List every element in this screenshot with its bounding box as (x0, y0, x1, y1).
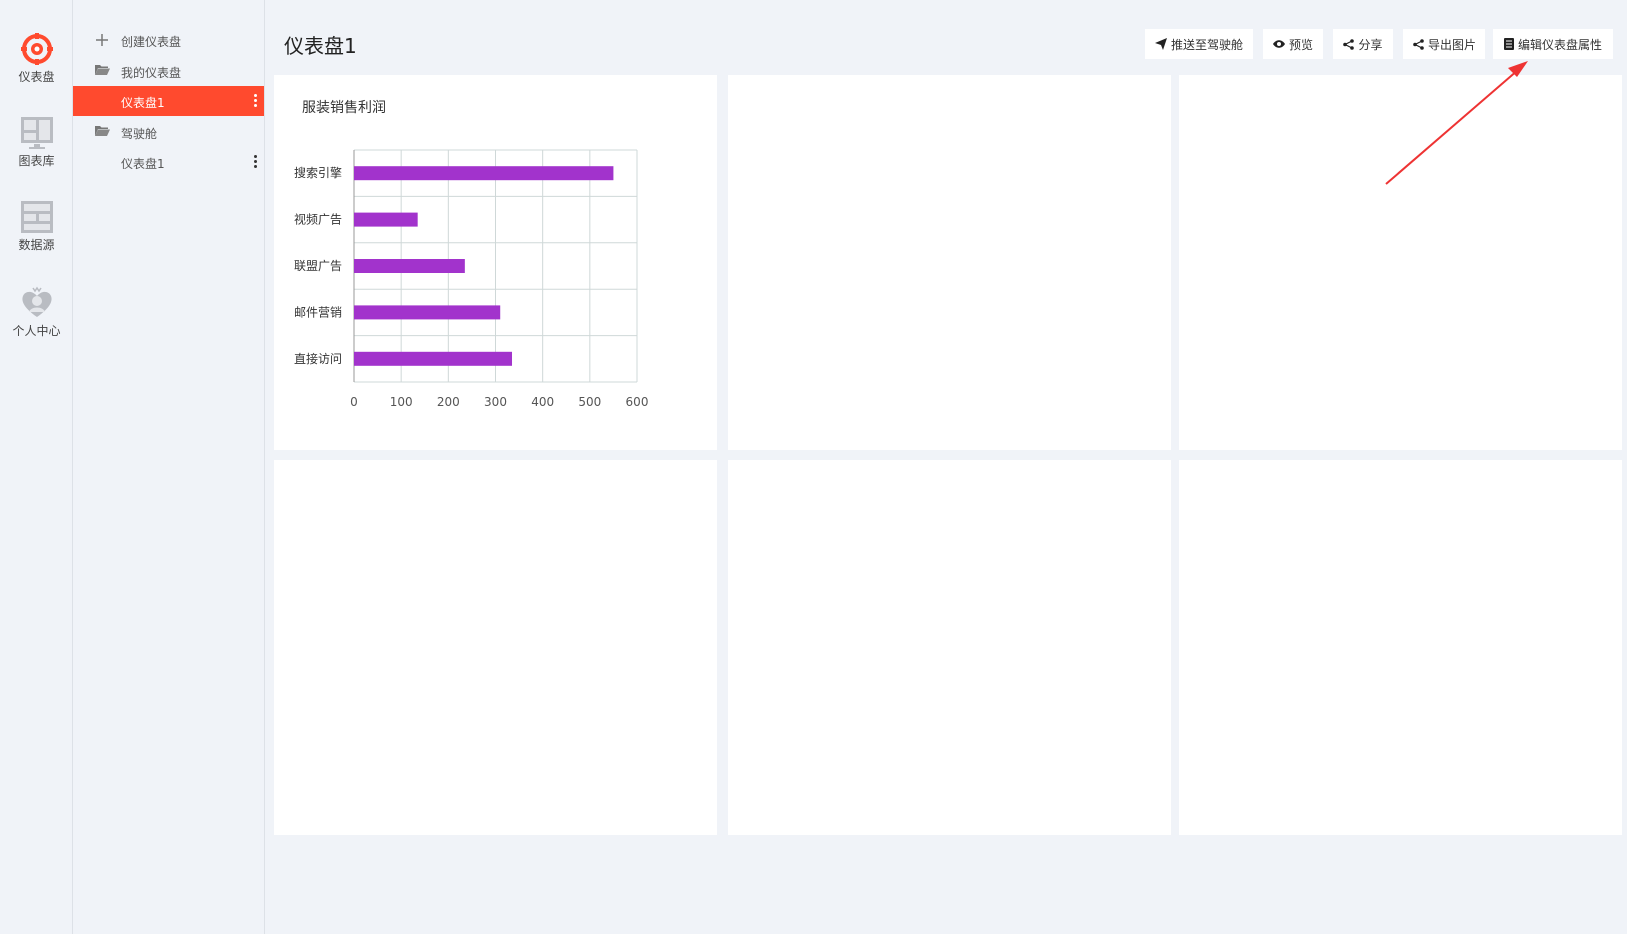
rail-item-dashboard[interactable]: 仪表盘 (0, 32, 73, 85)
dashboard-tree: 创建仪表盘 我的仪表盘 仪表盘1 驾驶舱 仪表盘1 (73, 0, 265, 934)
nav-rail: 仪表盘 图表库 数据源 个人中心 (0, 0, 73, 934)
category-label: 视频广告 (294, 212, 342, 227)
tree-item-cockpit-dashboard1-label: 仪表盘1 (121, 157, 165, 171)
tree-item-cockpit-dashboard1[interactable]: 仪表盘1 (73, 147, 264, 177)
folder-my-dashboards-label: 我的仪表盘 (121, 66, 182, 80)
eye-icon (1273, 40, 1285, 48)
x-tick-label: 100 (390, 395, 413, 409)
tree-folder-cockpit[interactable]: 驾驶舱 (73, 117, 264, 147)
bar-chart: 0 100 200 300 400 500 600 搜索引擎视频广告联盟广告邮件营销直接访问 (294, 149, 649, 409)
rail-label-dashboard: 仪表盘 (18, 70, 55, 84)
x-tick-label: 400 (531, 395, 554, 409)
rail-label-datasource: 数据源 (18, 238, 55, 252)
tree-folder-my-dashboards[interactable]: 我的仪表盘 (73, 56, 264, 86)
chart-library-icon (20, 117, 53, 149)
empty-panel-3[interactable] (1179, 75, 1622, 450)
document-icon (1503, 38, 1514, 50)
rail-item-personal-center[interactable]: 个人中心 (0, 286, 73, 339)
x-tick-label: 200 (437, 395, 460, 409)
toolbar: 推送至驾驶舱 预览 分享 导出图片 编辑仪表盘属性 (613, 29, 1613, 59)
bar (354, 305, 501, 320)
bar (354, 351, 513, 366)
rail-item-datasource[interactable]: 数据源 (0, 200, 73, 253)
plus-icon (96, 34, 108, 46)
x-tick-label: 500 (578, 395, 601, 409)
share-icon (1413, 38, 1424, 50)
bar (354, 212, 418, 227)
push-to-cockpit-button[interactable]: 推送至驾驶舱 (1145, 29, 1253, 59)
export-image-button[interactable]: 导出图片 (1403, 29, 1485, 59)
x-tick-label: 300 (484, 395, 507, 409)
empty-panel-5[interactable] (728, 460, 1171, 835)
share-icon (1343, 38, 1355, 50)
create-dashboard-button[interactable]: 创建仪表盘 (73, 25, 264, 55)
chart-panel-sales-profit[interactable]: 服装销售利润 0 100 200 300 400 500 600 搜索引擎 视频广告 联盟广告 邮件… (274, 75, 717, 450)
share-button[interactable]: 分享 (1333, 29, 1393, 59)
tree-item-dashboard1-label: 仪表盘1 (121, 96, 165, 110)
dashboard-gear-icon (20, 33, 53, 65)
x-tick-label: 600 (626, 395, 649, 409)
page-title: 仪表盘1 (284, 34, 357, 58)
category-label: 联盟广告 (294, 259, 342, 273)
empty-panel-2[interactable] (728, 75, 1171, 450)
folder-icon (95, 126, 110, 136)
main-area: 仪表盘1 推送至驾驶舱 预览 分享 导出图片 编辑仪表盘属性 服装销售利润 0 … (266, 0, 1627, 934)
datasource-icon (20, 201, 53, 233)
preview-button[interactable]: 预览 (1263, 29, 1323, 59)
category-label: 搜索引擎 (294, 165, 342, 180)
folder-icon (95, 65, 110, 75)
category-label: 直接访问 (294, 351, 342, 366)
more-vertical-icon[interactable] (252, 94, 258, 108)
rail-label-chart-library: 图表库 (18, 154, 55, 168)
bar (354, 166, 614, 181)
rail-item-chart-library[interactable]: 图表库 (0, 116, 73, 169)
tree-item-dashboard1[interactable]: 仪表盘1 (73, 86, 264, 116)
edit-dashboard-properties-button[interactable]: 编辑仪表盘属性 (1493, 29, 1613, 59)
bar (354, 259, 465, 273)
more-vertical-icon[interactable] (252, 155, 258, 169)
heart-user-icon (21, 286, 52, 317)
folder-cockpit-label: 驾驶舱 (121, 127, 158, 141)
empty-panel-4[interactable] (274, 460, 717, 835)
x-tick-label: 0 (350, 395, 358, 409)
send-icon (1155, 38, 1167, 50)
empty-panel-6[interactable] (1179, 460, 1622, 835)
rail-label-personal-center: 个人中心 (12, 324, 61, 338)
create-dashboard-label: 创建仪表盘 (121, 35, 182, 49)
category-label: 邮件营销 (294, 305, 342, 319)
